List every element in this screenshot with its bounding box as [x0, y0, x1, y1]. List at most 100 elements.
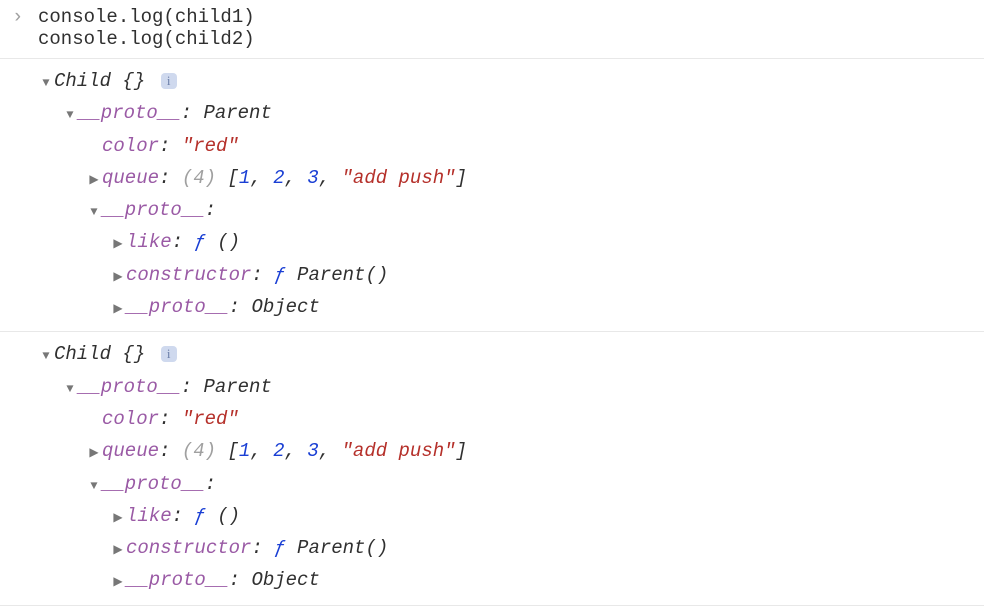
chevron-down-icon[interactable]: ▼: [86, 202, 102, 222]
queue-length: (4): [182, 440, 216, 462]
console-output-object: ▼Child {} i▼__proto__: Parentcolor: "red…: [0, 332, 984, 605]
function-parens: (): [206, 231, 240, 253]
object-class-name: Child: [54, 343, 111, 365]
object-braces: {}: [111, 70, 145, 92]
prompt-icon: ›: [0, 6, 38, 28]
queue-item: 3: [307, 440, 318, 462]
queue-item: 3: [307, 167, 318, 189]
colon: :: [159, 135, 182, 157]
object-braces: {}: [111, 343, 145, 365]
colon: :: [159, 167, 182, 189]
function-parens: (): [206, 505, 240, 527]
info-icon[interactable]: i: [161, 346, 177, 362]
tree-row[interactable]: ▼Child {} i: [0, 338, 984, 370]
function-f-icon: ƒ: [194, 231, 205, 253]
tree-row[interactable]: ▶constructor: ƒ Parent(): [0, 532, 984, 564]
colon: :: [251, 264, 274, 286]
console-input-line: console.log(child2): [0, 28, 984, 50]
queue-item: ,: [250, 167, 273, 189]
queue-item: 2: [273, 167, 284, 189]
colon: :: [172, 505, 195, 527]
tree-row[interactable]: ▶like: ƒ (): [0, 226, 984, 258]
chevron-down-icon[interactable]: ▼: [38, 346, 54, 366]
colon: :: [172, 231, 195, 253]
tree-row[interactable]: ▶like: ƒ (): [0, 500, 984, 532]
queue-item: 1: [239, 167, 250, 189]
chevron-right-icon[interactable]: ▶: [110, 572, 126, 592]
constructor-name: Parent(): [286, 537, 389, 559]
queue-item: ,: [319, 167, 342, 189]
function-f-icon: ƒ: [194, 505, 205, 527]
proto-key: __proto__: [102, 199, 205, 221]
colon: :: [229, 296, 252, 318]
colon: :: [181, 102, 204, 124]
input-code-line-1: console.log(child1): [38, 6, 255, 28]
chevron-right-icon[interactable]: ▶: [86, 170, 102, 190]
prop-key-like: like: [126, 231, 172, 253]
console-input-block: › console.log(child1) console.log(child2…: [0, 0, 984, 59]
colon: :: [251, 537, 274, 559]
tree-row: color: "red": [0, 403, 984, 435]
proto-key: __proto__: [126, 296, 229, 318]
tree-row[interactable]: ▼__proto__: Parent: [0, 371, 984, 403]
queue-item: "add push": [342, 167, 456, 189]
console-output-object: ▼Child {} i▼__proto__: Parentcolor: "red…: [0, 59, 984, 332]
chevron-down-icon[interactable]: ▼: [62, 379, 78, 399]
queue-item: ,: [284, 167, 307, 189]
queue-item: ,: [319, 440, 342, 462]
prop-key-color: color: [102, 135, 159, 157]
tree-row[interactable]: ▼__proto__:: [0, 468, 984, 500]
console-input-line: › console.log(child1): [0, 6, 984, 28]
colon: :: [159, 440, 182, 462]
proto-value: Object: [251, 569, 319, 591]
prop-key-constructor: constructor: [126, 537, 251, 559]
prop-val-color: "red": [182, 408, 239, 430]
chevron-down-icon[interactable]: ▼: [62, 105, 78, 125]
prop-val-color: "red": [182, 135, 239, 157]
queue-item: ,: [284, 440, 307, 462]
tree-row[interactable]: ▶__proto__: Object: [0, 291, 984, 323]
queue-item: 1: [239, 440, 250, 462]
proto-value: Object: [251, 296, 319, 318]
queue-item: 2: [273, 440, 284, 462]
colon: :: [159, 408, 182, 430]
bracket-open: [: [216, 440, 239, 462]
function-f-icon: ƒ: [274, 264, 285, 286]
chevron-down-icon[interactable]: ▼: [38, 73, 54, 93]
chevron-right-icon[interactable]: ▶: [110, 234, 126, 254]
bracket-close: ]: [456, 440, 467, 462]
tree-row[interactable]: ▶queue: (4) [1, 2, 3, "add push"]: [0, 162, 984, 194]
proto-value: Parent: [203, 376, 271, 398]
info-icon[interactable]: i: [161, 73, 177, 89]
console-panel: › console.log(child1) console.log(child2…: [0, 0, 984, 606]
proto-key: __proto__: [126, 569, 229, 591]
prop-key-constructor: constructor: [126, 264, 251, 286]
proto-value: Parent: [203, 102, 271, 124]
proto-key: __proto__: [102, 473, 205, 495]
tree-row[interactable]: ▼Child {} i: [0, 65, 984, 97]
colon: :: [205, 473, 216, 495]
chevron-down-icon[interactable]: ▼: [86, 476, 102, 496]
prop-key-color: color: [102, 408, 159, 430]
tree-row[interactable]: ▶constructor: ƒ Parent(): [0, 259, 984, 291]
tree-row[interactable]: ▶queue: (4) [1, 2, 3, "add push"]: [0, 435, 984, 467]
colon: :: [181, 376, 204, 398]
chevron-right-icon[interactable]: ▶: [110, 540, 126, 560]
bracket-open: [: [216, 167, 239, 189]
chevron-right-icon[interactable]: ▶: [110, 267, 126, 287]
bracket-close: ]: [456, 167, 467, 189]
console-results: ▼Child {} i▼__proto__: Parentcolor: "red…: [0, 59, 984, 606]
queue-item: "add push": [342, 440, 456, 462]
prop-key-like: like: [126, 505, 172, 527]
colon: :: [229, 569, 252, 591]
chevron-right-icon[interactable]: ▶: [110, 299, 126, 319]
tree-row[interactable]: ▶__proto__: Object: [0, 564, 984, 596]
chevron-right-icon[interactable]: ▶: [110, 508, 126, 528]
queue-item: ,: [250, 440, 273, 462]
tree-row[interactable]: ▼__proto__: Parent: [0, 97, 984, 129]
proto-key: __proto__: [78, 376, 181, 398]
chevron-right-icon[interactable]: ▶: [86, 443, 102, 463]
constructor-name: Parent(): [286, 264, 389, 286]
tree-row[interactable]: ▼__proto__:: [0, 194, 984, 226]
input-code-line-2: console.log(child2): [38, 28, 255, 50]
